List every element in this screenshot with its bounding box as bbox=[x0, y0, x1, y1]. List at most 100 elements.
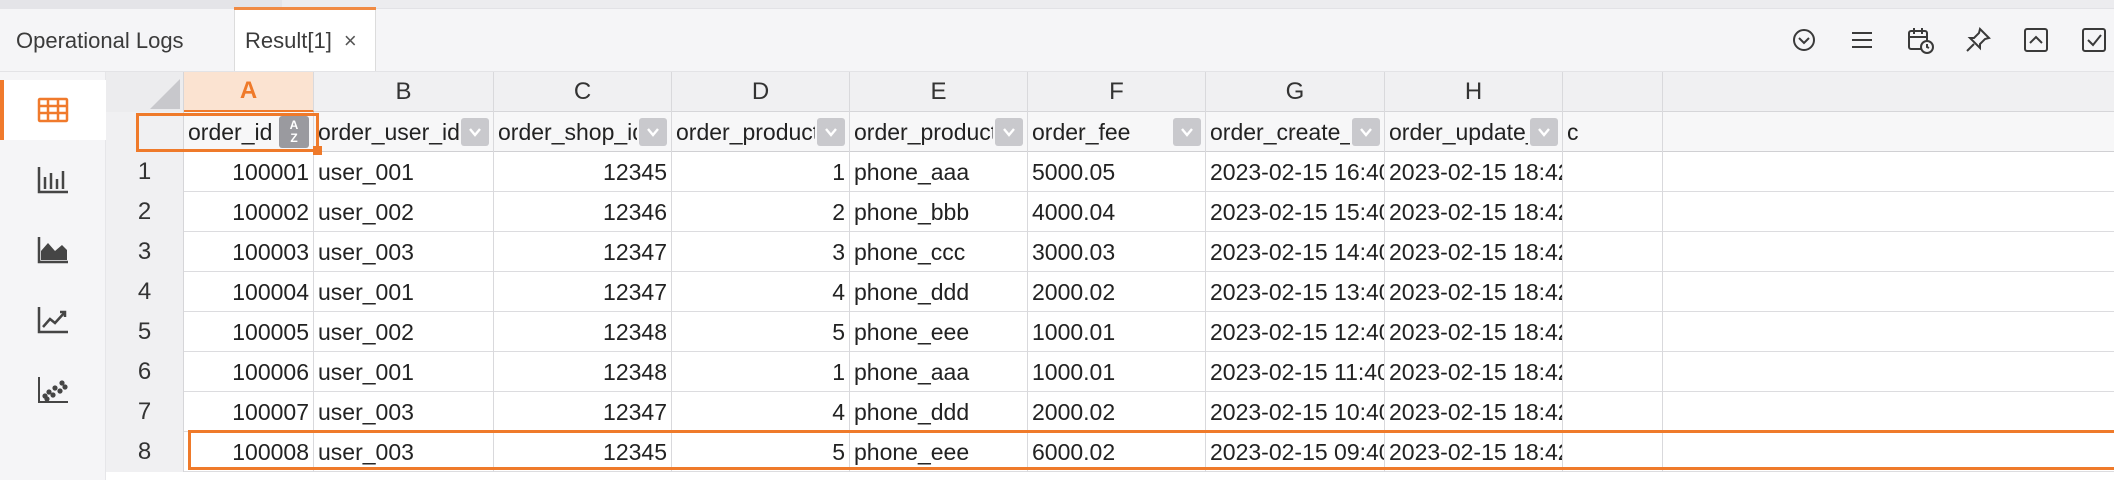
scatter-chart-view-button[interactable] bbox=[0, 360, 106, 420]
table-cell[interactable]: 2023-02-15 12:40:56+08 bbox=[1206, 312, 1385, 352]
table-cell[interactable]: 12348 bbox=[494, 352, 672, 392]
table-cell[interactable]: 2023-02-15 13:40:56+08 bbox=[1206, 272, 1385, 312]
table-cell[interactable]: 1 bbox=[672, 352, 850, 392]
column-filter-dropdown[interactable] bbox=[639, 118, 667, 146]
table-row[interactable]: 5 100005 user_002 12348 5 phone_eee 1000.01 202… bbox=[106, 312, 2114, 352]
table-cell[interactable]: 2023-02-15 15:40:56+08 bbox=[1206, 192, 1385, 232]
row-number[interactable]: 5 bbox=[106, 312, 184, 352]
table-cell[interactable] bbox=[1563, 152, 1663, 192]
column-filter-dropdown[interactable] bbox=[1352, 118, 1380, 146]
table-cell[interactable]: phone_ddd bbox=[850, 392, 1028, 432]
table-cell[interactable]: phone_bbb bbox=[850, 192, 1028, 232]
table-row[interactable]: 8 100008 user_003 12345 5 phone_eee 6000.02 202… bbox=[106, 432, 2114, 472]
table-cell[interactable]: user_002 bbox=[314, 312, 494, 352]
column-filter-dropdown[interactable] bbox=[817, 118, 845, 146]
table-view-button[interactable] bbox=[0, 80, 106, 140]
column-letter[interactable]: E bbox=[850, 72, 1028, 112]
table-cell[interactable]: 100004 bbox=[184, 272, 314, 312]
column-letter[interactable]: A bbox=[184, 72, 314, 112]
table-cell[interactable]: 2023-02-15 18:42:56+08 bbox=[1385, 352, 1563, 392]
table-cell[interactable]: phone_aaa bbox=[850, 152, 1028, 192]
table-cell[interactable]: 2023-02-15 18:42:56+08 bbox=[1385, 432, 1563, 472]
table-cell[interactable] bbox=[1563, 312, 1663, 352]
column-letter[interactable]: G bbox=[1206, 72, 1385, 112]
table-cell[interactable]: 4 bbox=[672, 272, 850, 312]
table-cell[interactable]: 2023-02-15 11:40:56+08 bbox=[1206, 352, 1385, 392]
column-filter-dropdown[interactable] bbox=[1530, 118, 1558, 146]
calendar-clock-icon[interactable] bbox=[1900, 20, 1940, 60]
table-cell[interactable]: user_002 bbox=[314, 192, 494, 232]
close-icon[interactable]: × bbox=[344, 29, 357, 52]
sort-az-icon[interactable]: AZ bbox=[279, 116, 309, 148]
table-cell[interactable]: 2023-02-15 18:42:56+08 bbox=[1385, 152, 1563, 192]
table-cell[interactable]: phone_eee bbox=[850, 312, 1028, 352]
table-cell[interactable]: 2023-02-15 16:40:56+08 bbox=[1206, 152, 1385, 192]
column-header[interactable]: order_update_time bbox=[1385, 112, 1563, 152]
table-cell[interactable]: 12346 bbox=[494, 192, 672, 232]
column-header[interactable]: order_fee bbox=[1028, 112, 1206, 152]
line-chart-view-button[interactable] bbox=[0, 290, 106, 350]
table-cell[interactable]: 100008 bbox=[184, 432, 314, 472]
table-cell[interactable]: 2023-02-15 18:42:56+08 bbox=[1385, 312, 1563, 352]
table-cell[interactable]: 100003 bbox=[184, 232, 314, 272]
collapse-up-icon[interactable] bbox=[2016, 20, 2056, 60]
table-cell[interactable] bbox=[1563, 392, 1663, 432]
column-header[interactable]: order_shop_id bbox=[494, 112, 672, 152]
table-cell[interactable]: 2023-02-15 18:42:56+08 bbox=[1385, 192, 1563, 232]
checkbox-icon[interactable] bbox=[2074, 20, 2114, 60]
table-cell[interactable]: 2023-02-15 18:42:56+08 bbox=[1385, 392, 1563, 432]
table-cell[interactable]: 6000.02 bbox=[1028, 432, 1206, 472]
bar-chart-view-button[interactable] bbox=[0, 150, 106, 210]
table-cell[interactable]: phone_ccc bbox=[850, 232, 1028, 272]
row-number[interactable]: 8 bbox=[106, 432, 184, 472]
table-cell[interactable]: 2023-02-15 10:40:56+08 bbox=[1206, 392, 1385, 432]
table-cell[interactable]: 2000.02 bbox=[1028, 272, 1206, 312]
select-all-corner[interactable] bbox=[106, 72, 184, 112]
table-cell[interactable]: 2023-02-15 18:42:56+08 bbox=[1385, 272, 1563, 312]
column-filter-dropdown[interactable] bbox=[1173, 118, 1201, 146]
table-cell[interactable]: phone_eee bbox=[850, 432, 1028, 472]
row-number[interactable]: 2 bbox=[106, 192, 184, 232]
table-row[interactable]: 7 100007 user_003 12347 4 phone_ddd 2000.02 202… bbox=[106, 392, 2114, 432]
table-cell[interactable]: 3 bbox=[672, 232, 850, 272]
column-header[interactable]: order_create_time bbox=[1206, 112, 1385, 152]
column-letter[interactable]: H bbox=[1385, 72, 1563, 112]
row-number[interactable]: 7 bbox=[106, 392, 184, 432]
table-cell[interactable]: 12345 bbox=[494, 152, 672, 192]
table-cell[interactable]: user_001 bbox=[314, 352, 494, 392]
column-filter-dropdown[interactable] bbox=[461, 118, 489, 146]
table-cell[interactable]: phone_aaa bbox=[850, 352, 1028, 392]
column-letter[interactable]: D bbox=[672, 72, 850, 112]
table-cell[interactable]: 12345 bbox=[494, 432, 672, 472]
pin-icon[interactable] bbox=[1958, 20, 1998, 60]
table-row[interactable]: 2 100002 user_002 12346 2 phone_bbb 4000.04 202… bbox=[106, 192, 2114, 232]
table-cell[interactable]: 100005 bbox=[184, 312, 314, 352]
table-row[interactable]: 4 100004 user_001 12347 4 phone_ddd 2000.02 202… bbox=[106, 272, 2114, 312]
chevron-circle-icon[interactable] bbox=[1784, 20, 1824, 60]
row-number[interactable]: 6 bbox=[106, 352, 184, 392]
table-row[interactable]: 6 100006 user_001 12348 1 phone_aaa 1000.01 202… bbox=[106, 352, 2114, 392]
table-cell[interactable]: 1000.01 bbox=[1028, 352, 1206, 392]
row-number[interactable]: 3 bbox=[106, 232, 184, 272]
table-cell[interactable]: 2 bbox=[672, 192, 850, 232]
table-cell[interactable]: 100007 bbox=[184, 392, 314, 432]
table-row[interactable]: 1 100001 user_001 12345 1 phone_aaa 5000.05 202… bbox=[106, 152, 2114, 192]
column-header[interactable]: c bbox=[1563, 112, 1663, 152]
column-filter-dropdown[interactable] bbox=[995, 118, 1023, 146]
table-cell[interactable] bbox=[1563, 232, 1663, 272]
table-cell[interactable]: 100002 bbox=[184, 192, 314, 232]
table-cell[interactable]: 2023-02-15 18:42:56+08 bbox=[1385, 232, 1563, 272]
tab-operational-logs[interactable]: Operational Logs bbox=[0, 9, 234, 72]
table-cell[interactable]: 12347 bbox=[494, 272, 672, 312]
table-cell[interactable]: 5000.05 bbox=[1028, 152, 1206, 192]
table-cell[interactable]: user_003 bbox=[314, 432, 494, 472]
table-cell[interactable]: 2023-02-15 09:40:56+08 bbox=[1206, 432, 1385, 472]
table-cell[interactable]: 4 bbox=[672, 392, 850, 432]
column-header[interactable]: order_user_id bbox=[314, 112, 494, 152]
column-header[interactable]: order_product_category bbox=[850, 112, 1028, 152]
table-cell[interactable]: 12347 bbox=[494, 392, 672, 432]
column-letter[interactable]: B bbox=[314, 72, 494, 112]
column-header[interactable]: order_id A Z bbox=[184, 112, 314, 152]
column-letter[interactable] bbox=[1563, 72, 1663, 112]
table-cell[interactable]: 12347 bbox=[494, 232, 672, 272]
